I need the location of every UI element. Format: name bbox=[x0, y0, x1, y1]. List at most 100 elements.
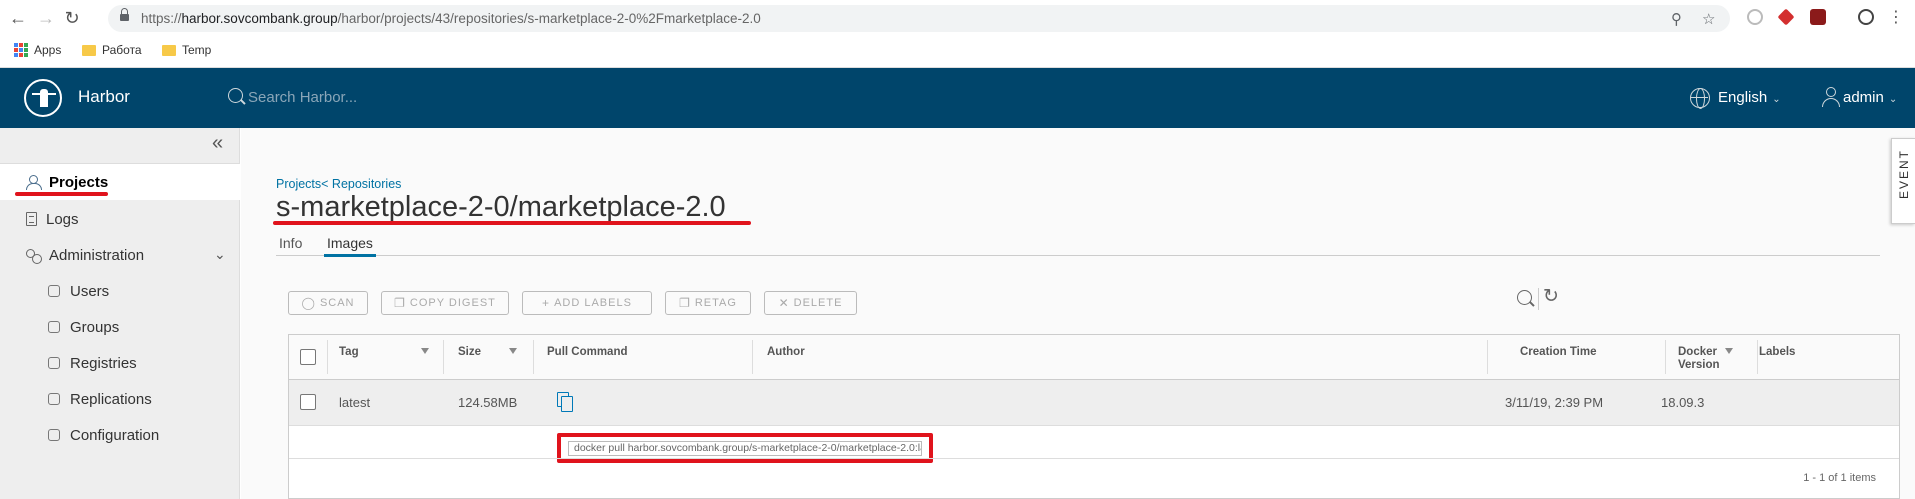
address-bar[interactable]: https://harbor.sovcombank.group/harbor/p… bbox=[108, 5, 1730, 32]
sidebar-item-logs[interactable]: Logs bbox=[0, 201, 240, 237]
shield-icon: ◯ bbox=[301, 296, 316, 310]
ublock-icon[interactable] bbox=[1810, 9, 1826, 25]
active-tab-indicator bbox=[324, 254, 376, 257]
sidebar-item-users[interactable]: Users bbox=[0, 273, 240, 309]
column-separator bbox=[533, 340, 534, 374]
select-all-checkbox[interactable] bbox=[300, 349, 316, 365]
cell-creation-time: 3/11/19, 2:39 PM bbox=[1505, 395, 1604, 410]
column-header-tag[interactable]: Tag bbox=[339, 346, 359, 359]
lock-icon bbox=[120, 8, 129, 22]
column-header-author[interactable]: Author bbox=[767, 346, 805, 359]
refresh-icon[interactable]: ↻ bbox=[1543, 285, 1559, 308]
search-icon bbox=[228, 88, 243, 103]
chevron-down-icon: ⌄ bbox=[214, 246, 226, 262]
chevron-down-icon: ⌄ bbox=[1888, 94, 1898, 105]
bookmark-apps[interactable]: Apps bbox=[14, 43, 61, 57]
page-title: s-marketplace-2-0/marketplace-2.0 bbox=[276, 191, 726, 223]
reload-icon[interactable]: ↻ bbox=[62, 8, 82, 28]
back-icon[interactable]: ← bbox=[8, 8, 28, 28]
user-menu[interactable]: admin ⌄ bbox=[1843, 89, 1897, 106]
highlight-underline bbox=[273, 221, 751, 225]
replications-icon bbox=[47, 392, 61, 406]
cell-size: 124.58MB bbox=[458, 395, 518, 410]
configuration-icon bbox=[47, 428, 61, 442]
copy-icon: ❐ bbox=[394, 296, 406, 310]
copy-icon[interactable] bbox=[557, 392, 573, 412]
browser-toolbar: ← → ↻ https://harbor.sovcombank.group/ha… bbox=[0, 0, 1915, 36]
column-header-creation-time[interactable]: Creation Time bbox=[1520, 346, 1596, 359]
delete-button[interactable]: ✕ DELETE bbox=[764, 291, 857, 315]
sidebar-item-registries[interactable]: Registries bbox=[0, 345, 240, 381]
cell-tag: latest bbox=[339, 395, 371, 410]
scan-button[interactable]: ◯ SCAN bbox=[288, 291, 368, 315]
filter-icon[interactable] bbox=[509, 348, 517, 354]
images-table: Tag Size Pull Command Author Creation Ti… bbox=[288, 334, 1900, 499]
table-header: Tag Size Pull Command Author Creation Ti… bbox=[289, 335, 1899, 380]
column-header-labels[interactable]: Labels bbox=[1759, 346, 1795, 359]
column-separator bbox=[443, 340, 444, 374]
table-row[interactable]: latest 124.58MB 3/11/19, 2:39 PM 18.09.3 bbox=[289, 380, 1899, 426]
global-search-input[interactable] bbox=[248, 85, 548, 109]
sidebar-item-configuration[interactable]: Configuration bbox=[0, 417, 240, 453]
projects-icon bbox=[26, 175, 42, 190]
tab-info[interactable]: Info bbox=[279, 235, 302, 251]
globe-icon bbox=[1690, 88, 1710, 109]
groups-icon bbox=[47, 320, 61, 334]
divider bbox=[289, 458, 1899, 459]
user-icon bbox=[1822, 87, 1840, 107]
profile-icon[interactable] bbox=[1858, 9, 1874, 25]
chevron-down-icon: ⌄ bbox=[1772, 94, 1781, 105]
app-header: Harbor English⌄ admin⌄ bbox=[0, 68, 1915, 128]
logs-icon bbox=[26, 212, 37, 226]
filter-icon[interactable] bbox=[1725, 348, 1733, 354]
breadcrumb[interactable]: Projects< Repositories bbox=[276, 177, 401, 191]
column-separator bbox=[1757, 340, 1758, 374]
key-icon[interactable]: ⚲ bbox=[1671, 10, 1682, 28]
sidebar-item-replications[interactable]: Replications bbox=[0, 381, 240, 417]
bookmark-temp[interactable]: Temp bbox=[162, 43, 211, 57]
column-separator bbox=[1487, 340, 1488, 374]
column-header-size[interactable]: Size bbox=[458, 346, 481, 359]
highlight-underline bbox=[15, 192, 108, 196]
plus-icon: + bbox=[542, 296, 551, 310]
pagination-info: 1 - 1 of 1 items bbox=[1803, 472, 1876, 484]
extension-circle-icon[interactable] bbox=[1747, 9, 1763, 25]
sidebar-item-administration[interactable]: Administration ⌄ bbox=[0, 237, 240, 273]
close-icon: ✕ bbox=[778, 296, 790, 310]
menu-icon[interactable]: ⋮ bbox=[1886, 8, 1906, 28]
row-checkbox[interactable] bbox=[300, 394, 316, 410]
pull-command-tooltip[interactable]: docker pull harbor.sovcombank.group/s-ma… bbox=[568, 441, 922, 456]
users-icon bbox=[47, 284, 61, 298]
collapse-sidebar-icon[interactable]: « bbox=[212, 133, 223, 153]
column-separator bbox=[752, 340, 753, 374]
tab-bar: Info Images bbox=[276, 232, 1880, 257]
column-separator bbox=[1665, 340, 1666, 374]
divider bbox=[1538, 288, 1539, 310]
search-icon[interactable] bbox=[1517, 290, 1532, 305]
sidebar-item-groups[interactable]: Groups bbox=[0, 309, 240, 345]
brand-name[interactable]: Harbor bbox=[78, 87, 130, 107]
harbor-logo-icon[interactable] bbox=[24, 79, 62, 117]
main-content: Projects< Repositories s-marketplace-2-0… bbox=[241, 128, 1915, 499]
cell-docker-version: 18.09.3 bbox=[1661, 395, 1705, 410]
apps-icon bbox=[14, 43, 28, 57]
copy-icon: ❐ bbox=[679, 296, 691, 310]
event-panel-tab[interactable]: EVENT bbox=[1891, 138, 1915, 224]
extension-diamond-icon[interactable] bbox=[1777, 8, 1795, 26]
url-text[interactable]: https://harbor.sovcombank.group/harbor/p… bbox=[141, 11, 761, 26]
language-dropdown[interactable]: English ⌄ bbox=[1718, 89, 1781, 106]
bookmarks-bar: Apps Работа Temp bbox=[0, 36, 1915, 68]
filter-icon[interactable] bbox=[421, 348, 429, 354]
add-labels-button[interactable]: + ADD LABELS bbox=[522, 291, 652, 315]
administration-icon bbox=[26, 248, 42, 264]
copy-digest-button[interactable]: ❐ COPY DIGEST bbox=[381, 291, 509, 315]
column-header-docker-version[interactable]: Docker Version bbox=[1678, 346, 1728, 372]
forward-icon[interactable]: → bbox=[36, 8, 56, 28]
tab-images[interactable]: Images bbox=[327, 235, 373, 251]
star-icon[interactable]: ☆ bbox=[1702, 10, 1715, 28]
retag-button[interactable]: ❐ RETAG bbox=[665, 291, 751, 315]
column-header-pull-command[interactable]: Pull Command bbox=[547, 346, 628, 359]
sidebar: « Projects Logs Administration ⌄ Users G… bbox=[0, 128, 240, 499]
bookmark-rabota[interactable]: Работа bbox=[82, 43, 142, 57]
registries-icon bbox=[47, 356, 61, 370]
